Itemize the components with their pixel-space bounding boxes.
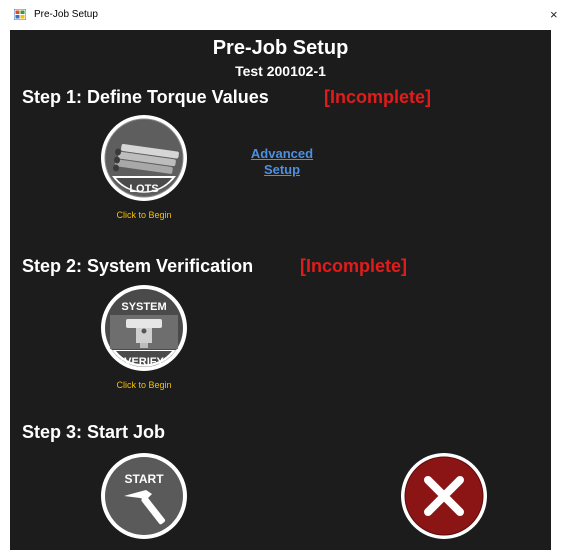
title-bar: Pre-Job Setup × [0,0,561,30]
cancel-button[interactable] [400,452,488,540]
step-1-status: [Incomplete] [324,87,432,107]
step-1-label: Step 1: Define Torque Values [22,87,269,107]
close-button[interactable]: × [550,7,558,22]
step-2-hint: Click to Begin [116,380,172,390]
start-button-label: START [124,472,164,486]
advanced-setup-link-line2: Setup [263,162,301,177]
advanced-setup-link-line1: Advanced [250,146,314,161]
lots-button-label: LOTS [129,183,158,195]
step-3-label: Step 3: Start Job [22,422,166,442]
step-2-label: Step 2: System Verification [22,256,254,276]
app-icon [14,9,26,20]
system-verify-label-bottom: VERIFY [124,356,164,368]
job-name: Test 200102-1 [235,63,326,79]
advanced-setup-link[interactable]: Advanced Setup [240,146,324,178]
step-2-status: [Incomplete] [300,256,408,276]
lots-button[interactable]: LOTS [100,114,188,202]
window-title: Pre-Job Setup [34,9,98,20]
system-verify-button[interactable]: SYSTEM VERIFY [100,284,188,372]
start-button[interactable]: START [100,452,188,540]
step-1-hint: Click to Begin [116,210,172,220]
page-title: Pre-Job Setup [212,37,349,59]
system-verify-label-top: SYSTEM [121,301,166,313]
